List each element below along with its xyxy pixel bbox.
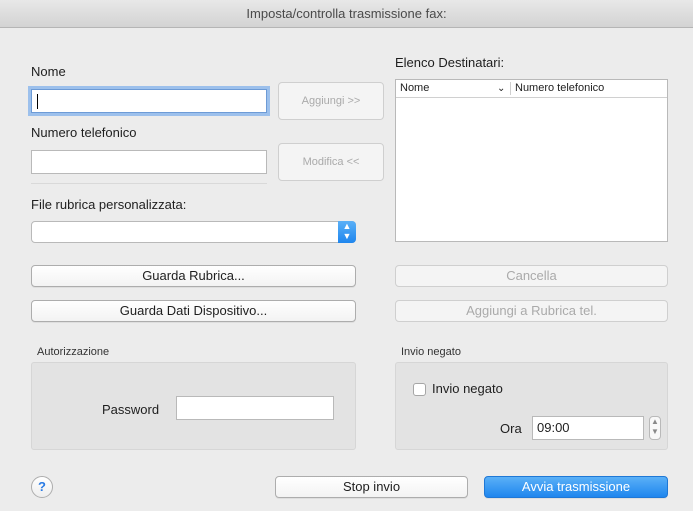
time-field-value: 09:00 [537,420,570,435]
window-title: Imposta/controlla trasmissione fax: [0,0,693,28]
view-phonebook-button[interactable]: Guarda Rubrica... [31,265,356,287]
name-label: Nome [31,64,66,79]
phonebook-file-select[interactable]: ▲ ▼ [31,221,356,243]
password-field[interactable] [176,396,334,420]
column-header-name[interactable]: Nome [400,80,429,97]
deferred-checkbox[interactable] [413,383,426,396]
view-device-data-button[interactable]: Guarda Dati Dispositivo... [31,300,356,322]
stop-button[interactable]: Stop invio [275,476,468,498]
recipients-list-header: Nome ⌄ Numero telefonico [396,80,667,98]
recipients-list[interactable]: Nome ⌄ Numero telefonico [395,79,668,242]
authorization-section-label: Autorizzazione [37,346,110,358]
column-divider [510,82,511,95]
add-button[interactable]: Aggiungi >> [278,82,384,120]
time-field[interactable]: 09:00 [532,416,644,440]
chevron-down-icon[interactable]: ⌄ [497,80,505,97]
modify-button[interactable]: Modifica << [278,143,384,181]
recipients-label: Elenco Destinatari: [395,55,505,70]
name-field[interactable] [31,89,267,113]
add-to-phonebook-button[interactable]: Aggiungi a Rubrica tel. [395,300,668,322]
divider [31,183,267,184]
column-header-phone[interactable]: Numero telefonico [515,80,604,97]
deferred-checkbox-label[interactable]: Invio negato [432,381,503,396]
start-transmission-button[interactable]: Avvia trasmissione [484,476,668,498]
phone-label: Numero telefonico [31,125,137,140]
time-label: Ora [500,421,522,436]
phone-field[interactable] [31,150,267,174]
deferred-section-label: Invio negato [401,346,461,358]
delete-button[interactable]: Cancella [395,265,668,287]
phonebook-file-label: File rubrica personalizzata: [31,197,187,212]
help-icon[interactable]: ? [31,476,53,498]
up-down-chevron-icon: ▲ ▼ [338,221,356,243]
text-caret [37,94,38,109]
password-label: Password [102,402,160,417]
time-stepper-icon[interactable]: ▲ ▼ [649,416,661,440]
